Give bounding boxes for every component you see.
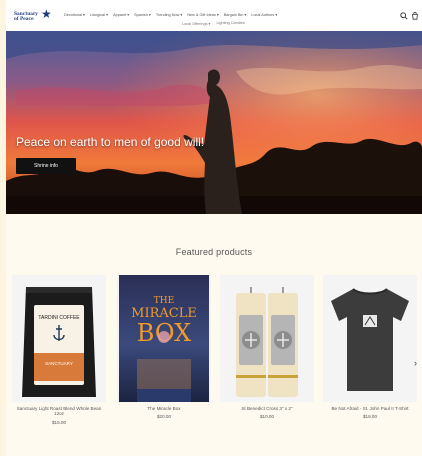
product-card[interactable]: Be Not Afraid - St. John Paul II T-Shirt… bbox=[323, 275, 417, 419]
nav-apparel[interactable]: Apparel ▾ bbox=[113, 11, 129, 19]
nav-lighting-candles[interactable]: Lighting Candles bbox=[216, 21, 244, 26]
nav-local-offerings[interactable]: Local Offerings ▾ bbox=[182, 21, 210, 26]
logo-line-2: of Peace bbox=[14, 16, 34, 21]
coffee-label-flavor: SANCTUARY bbox=[45, 361, 73, 366]
product-image[interactable] bbox=[323, 275, 417, 402]
product-price: $20.00 bbox=[156, 414, 172, 420]
main-nav: Devotional ▾ Liturgical ▾ Apparel ▾ Span… bbox=[64, 11, 277, 19]
site-header: Sanctuary of Peace ★ Devotional ▾ Liturg… bbox=[6, 0, 422, 31]
product-card[interactable]: TARDINI COFFEE SANCTUARY Sanctuary Light… bbox=[12, 275, 106, 425]
product-image[interactable] bbox=[220, 275, 314, 402]
featured-products-heading: Featured products bbox=[175, 247, 253, 257]
product-name[interactable]: Be Not Afraid - St. John Paul II T-Shirt bbox=[323, 406, 417, 411]
search-icon[interactable] bbox=[400, 12, 408, 20]
product-image[interactable]: TARDINI COFFEE SANCTUARY bbox=[12, 275, 106, 402]
hero-banner: Peace on earth to men of good will! Shri… bbox=[6, 31, 422, 214]
product-name[interactable]: St Benedict Cross 3" x 2" bbox=[220, 406, 314, 411]
cart-icon[interactable] bbox=[411, 12, 419, 20]
hero-image bbox=[6, 31, 422, 214]
book-title-line-1: THE bbox=[154, 296, 174, 306]
nav-bargain-bin[interactable]: Bargain Bin ▾ bbox=[224, 11, 247, 19]
product-price: $10.00 bbox=[259, 414, 275, 420]
nav-spanish[interactable]: Spanish ▾ bbox=[134, 11, 151, 19]
page: Sanctuary of Peace ★ Devotional ▾ Liturg… bbox=[6, 0, 422, 456]
nav-new-gift-ideas[interactable]: New & Gift Ideas ▾ bbox=[187, 11, 218, 19]
nav-trending-now[interactable]: Trending Now ▾ bbox=[156, 11, 182, 19]
product-name[interactable]: Sanctuary Light Roast Blend Whole Bean 1… bbox=[12, 406, 106, 417]
nav-devotional[interactable]: Devotional ▾ bbox=[64, 11, 85, 19]
site-logo[interactable]: Sanctuary of Peace ★ bbox=[14, 8, 54, 26]
product-price: $18.00 bbox=[362, 414, 378, 420]
product-image[interactable]: THE MIRACLE BOX bbox=[117, 275, 211, 402]
chevron-right-icon[interactable]: › bbox=[414, 358, 422, 368]
product-card[interactable]: THE MIRACLE BOX The Miracle Box $20.00 bbox=[117, 275, 211, 419]
product-card[interactable]: St Benedict Cross 3" x 2" $10.00 bbox=[220, 275, 314, 419]
secondary-nav: Local Offerings ▾ Lighting Candles bbox=[182, 21, 245, 26]
shrine-info-button[interactable]: Shrine info bbox=[16, 158, 76, 174]
product-name[interactable]: The Miracle Box bbox=[117, 406, 211, 411]
nav-liturgical[interactable]: Liturgical ▾ bbox=[90, 11, 108, 19]
product-price: $15.00 bbox=[51, 419, 67, 425]
star-icon: ★ bbox=[41, 7, 52, 21]
nav-local-authors[interactable]: Local Authors ▾ bbox=[251, 11, 277, 19]
hero-title: Peace on earth to men of good will! bbox=[16, 135, 205, 149]
coffee-label-brand: TARDINI COFFEE bbox=[38, 315, 80, 321]
